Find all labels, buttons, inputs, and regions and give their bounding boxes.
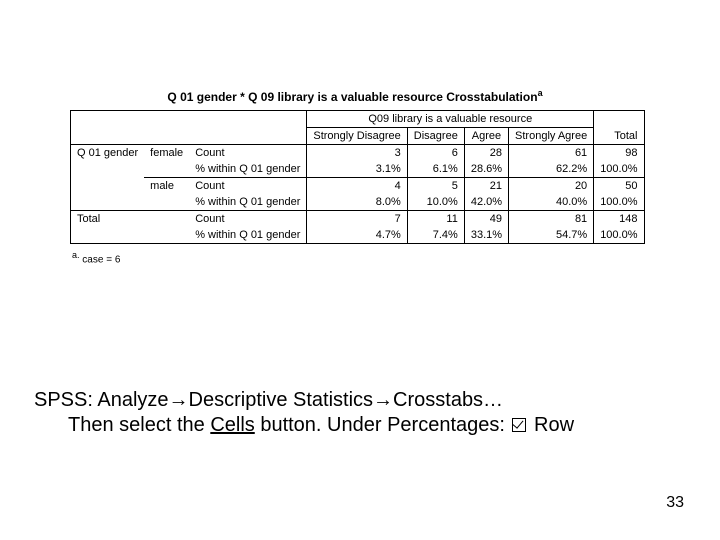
cell: 28.6% bbox=[464, 161, 508, 178]
table-title-text: Q 01 gender * Q 09 library is a valuable… bbox=[167, 90, 537, 104]
cell: 3.1% bbox=[307, 161, 407, 178]
cell: 20 bbox=[509, 178, 594, 195]
cell: 21 bbox=[464, 178, 508, 195]
instr-part: button. Under Percentages: bbox=[255, 414, 511, 436]
col-total-header: Total bbox=[594, 111, 644, 145]
col-header: Strongly Agree bbox=[509, 128, 594, 145]
cell: 28 bbox=[464, 145, 508, 162]
cell: 54.7% bbox=[509, 227, 594, 244]
cell: 7.4% bbox=[407, 227, 464, 244]
table-footnote: a. case = 6 bbox=[70, 250, 640, 265]
cells-word: Cells bbox=[210, 414, 254, 436]
footnote-marker: a. bbox=[72, 250, 80, 260]
measure-label: % within Q 01 gender bbox=[189, 161, 307, 178]
arrow-icon: → bbox=[169, 389, 189, 411]
cell: 148 bbox=[594, 211, 644, 228]
row-group-female: female bbox=[144, 145, 189, 178]
col-header: Strongly Disagree bbox=[307, 128, 407, 145]
cell: 40.0% bbox=[509, 194, 594, 211]
measure-label: % within Q 01 gender bbox=[189, 227, 307, 244]
instr-part: Descriptive Statistics bbox=[189, 389, 374, 411]
cell: 7 bbox=[307, 211, 407, 228]
spanner-header: Q09 library is a valuable resource bbox=[307, 111, 594, 128]
table-title: Q 01 gender * Q 09 library is a valuable… bbox=[70, 88, 640, 104]
cell: 4.7% bbox=[307, 227, 407, 244]
cell: 6 bbox=[407, 145, 464, 162]
cell: 42.0% bbox=[464, 194, 508, 211]
measure-label: % within Q 01 gender bbox=[189, 194, 307, 211]
crosstab-block: Q 01 gender * Q 09 library is a valuable… bbox=[70, 88, 640, 265]
cell: 11 bbox=[407, 211, 464, 228]
cell: 62.2% bbox=[509, 161, 594, 178]
instr-part: Then select the bbox=[68, 414, 210, 436]
cell: 50 bbox=[594, 178, 644, 195]
cell: 3 bbox=[307, 145, 407, 162]
crosstab-table: Q09 library is a valuable resource Total… bbox=[70, 110, 645, 244]
instr-part: Row bbox=[528, 414, 574, 436]
arrow-icon: → bbox=[373, 389, 393, 411]
instr-part: Crosstabs… bbox=[393, 389, 503, 411]
row-var-label: Q 01 gender bbox=[71, 145, 145, 211]
cell: 98 bbox=[594, 145, 644, 162]
cell: 10.0% bbox=[407, 194, 464, 211]
stub-head bbox=[71, 111, 307, 145]
page-number: 33 bbox=[666, 494, 684, 512]
table-title-sup: a bbox=[538, 88, 543, 98]
instr-part: SPSS: Analyze bbox=[34, 389, 169, 411]
cell: 81 bbox=[509, 211, 594, 228]
cell: 8.0% bbox=[307, 194, 407, 211]
cell: 100.0% bbox=[594, 194, 644, 211]
checkbox-checked-icon bbox=[512, 418, 526, 432]
cell: 5 bbox=[407, 178, 464, 195]
row-group-male: male bbox=[144, 178, 189, 211]
cell: 6.1% bbox=[407, 161, 464, 178]
cell: 61 bbox=[509, 145, 594, 162]
cell: 100.0% bbox=[594, 227, 644, 244]
measure-label: Count bbox=[189, 178, 307, 195]
cell: 49 bbox=[464, 211, 508, 228]
measure-label: Count bbox=[189, 145, 307, 162]
cell: 4 bbox=[307, 178, 407, 195]
cell: 100.0% bbox=[594, 161, 644, 178]
cell: 33.1% bbox=[464, 227, 508, 244]
col-header: Agree bbox=[464, 128, 508, 145]
col-header: Disagree bbox=[407, 128, 464, 145]
slide: Q 01 gender * Q 09 library is a valuable… bbox=[0, 0, 720, 540]
row-total-label: Total bbox=[71, 211, 190, 244]
instruction-text: SPSS: Analyze→Descriptive Statistics→Cro… bbox=[34, 388, 686, 438]
footnote-text: case = 6 bbox=[82, 254, 120, 265]
measure-label: Count bbox=[189, 211, 307, 228]
